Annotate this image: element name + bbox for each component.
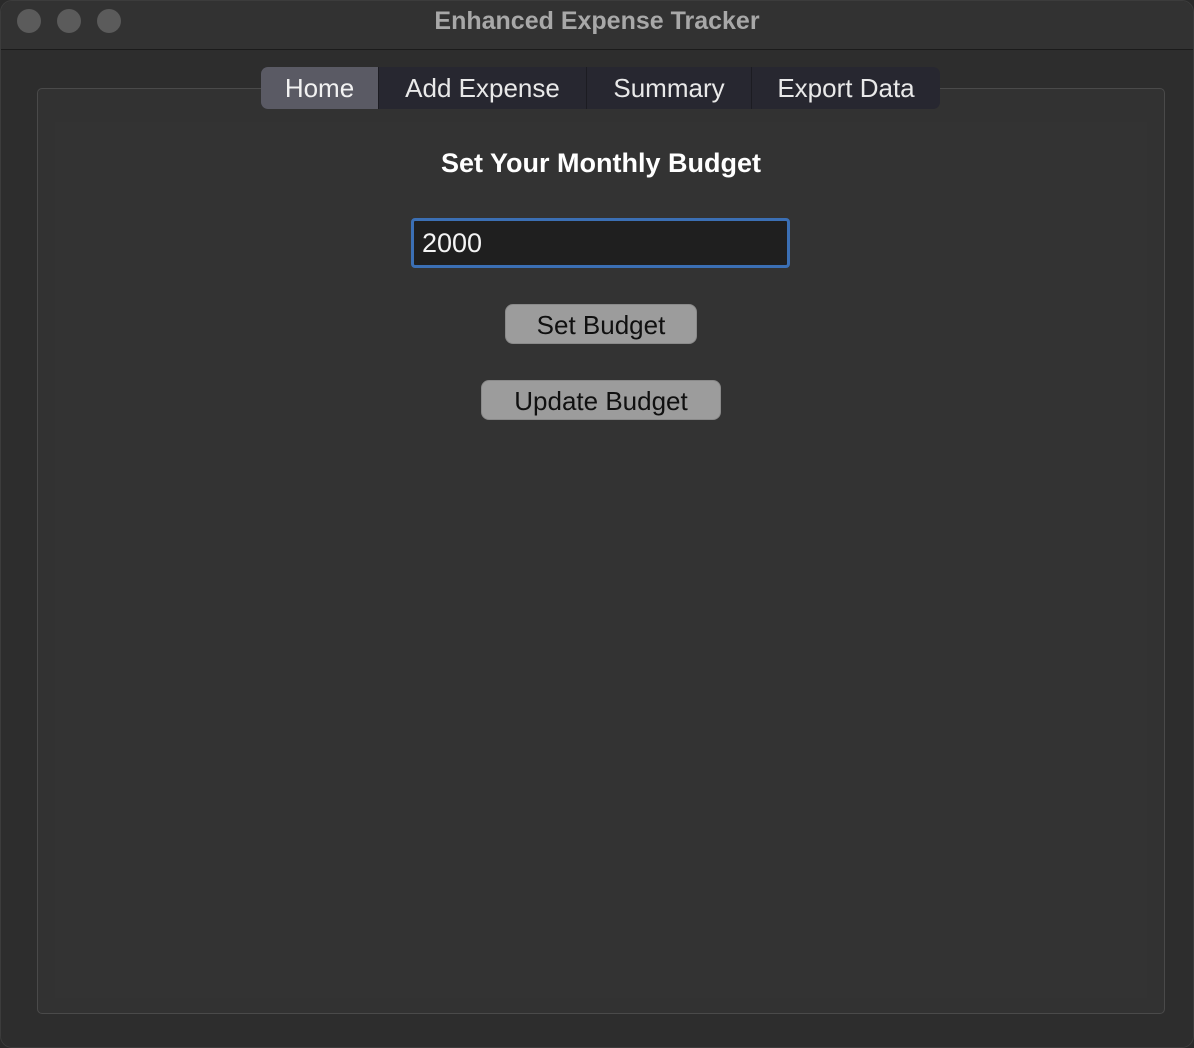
title-bar: Enhanced Expense Tracker (1, 1, 1193, 50)
app-window: Enhanced Expense Tracker Home Add Expens… (0, 0, 1194, 1048)
home-tab-panel: Set Your Monthly Budget Set Budget Updat… (55, 122, 1147, 998)
tab-bar: Home Add Expense Summary Export Data (261, 67, 940, 109)
tab-summary[interactable]: Summary (587, 67, 752, 109)
budget-input[interactable] (411, 218, 790, 268)
tab-add-expense[interactable]: Add Expense (379, 67, 587, 109)
tab-home[interactable]: Home (261, 67, 379, 109)
update-budget-button[interactable]: Update Budget (481, 380, 721, 420)
page-title: Set Your Monthly Budget (441, 148, 761, 178)
window-title: Enhanced Expense Tracker (434, 7, 760, 35)
main-content: Home Add Expense Summary Export Data Set… (1, 50, 1193, 1047)
set-budget-button[interactable]: Set Budget (505, 304, 697, 344)
tab-export-data[interactable]: Export Data (752, 67, 940, 109)
